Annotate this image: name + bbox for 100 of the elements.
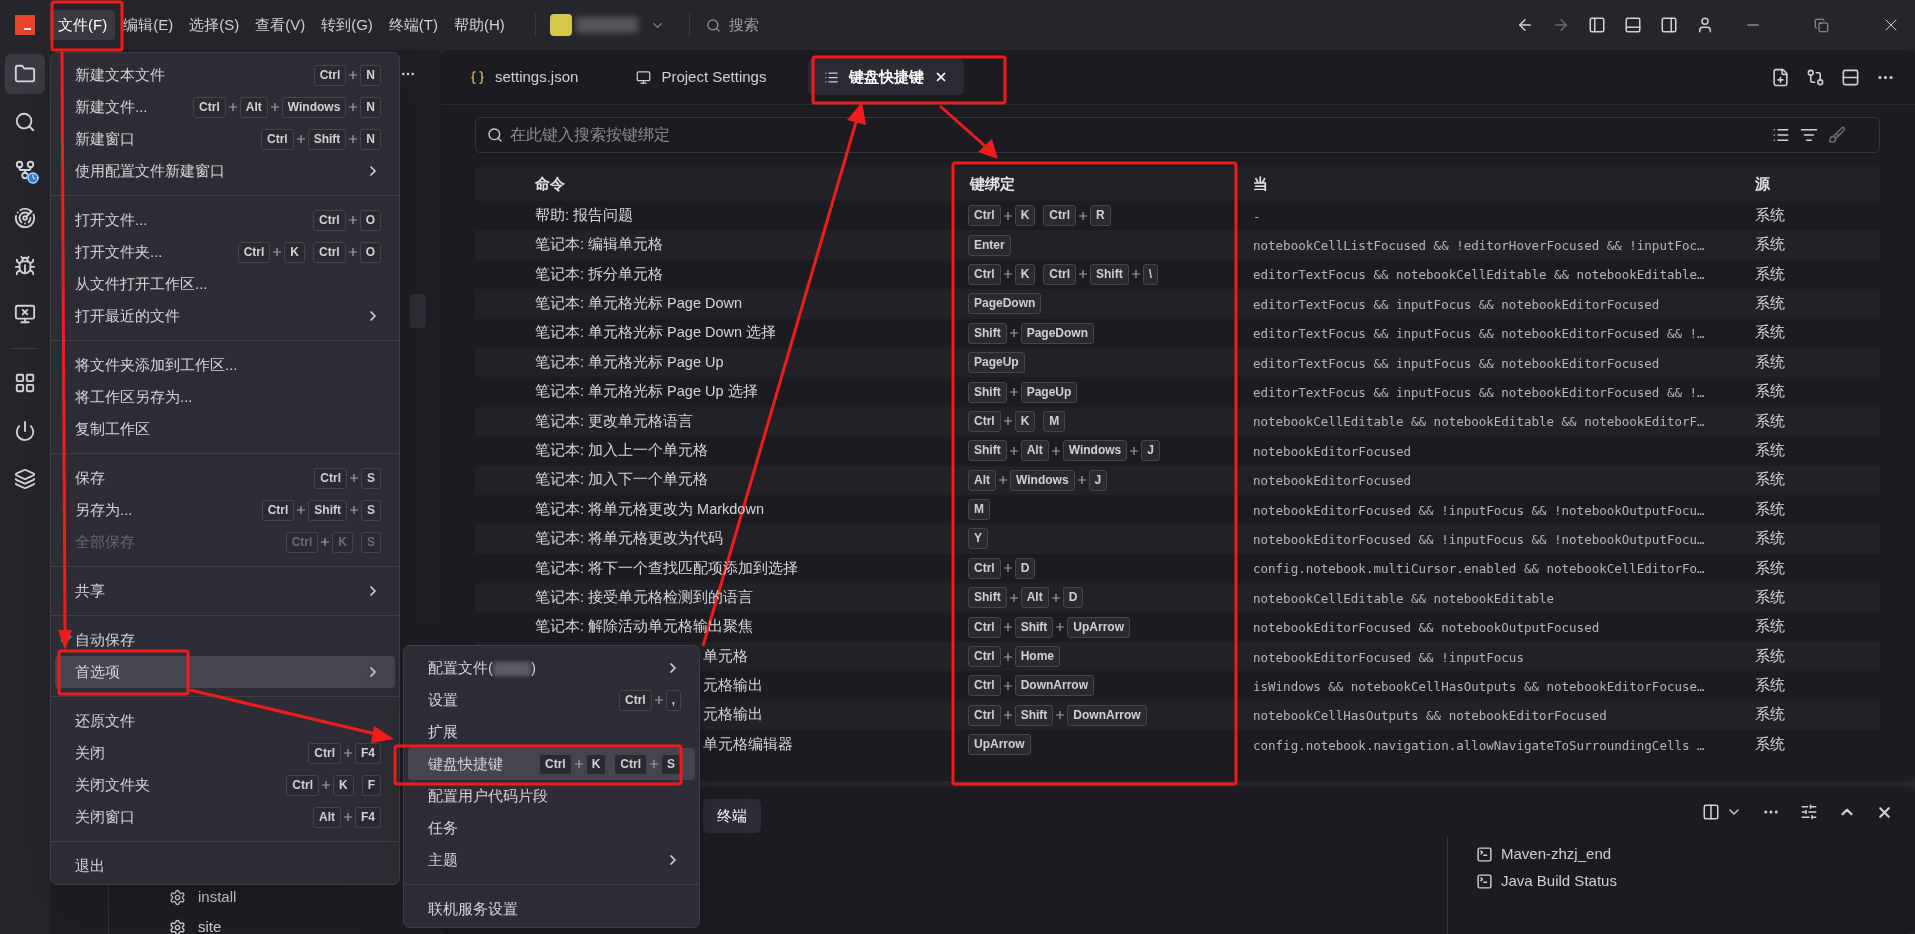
secondary-sidebar-icon[interactable]	[1660, 16, 1678, 34]
terminal-item[interactable]: Maven-zhzj_end	[1476, 841, 1915, 868]
keycap: DownArrow	[1014, 675, 1094, 697]
menu-item[interactable]: 使用配置文件新建窗口	[55, 155, 395, 187]
keycap: DownArrow	[1067, 704, 1147, 726]
menu-item[interactable]: 联机服务设置	[408, 893, 695, 925]
keycap: Ctrl	[261, 128, 294, 150]
menu-item[interactable]: 关闭文件夹 Ctrl K F	[55, 769, 395, 801]
radar-icon	[14, 207, 36, 229]
keycap: F4	[355, 806, 381, 828]
keycap: ,	[665, 689, 681, 711]
keycap: S	[361, 531, 381, 553]
account-icon[interactable]	[1696, 16, 1714, 34]
source-cell-text: 系统	[1755, 470, 1785, 490]
menu-item[interactable]: 主题	[408, 844, 695, 876]
menubar-item[interactable]: 终端(T)	[380, 10, 446, 40]
menu-item[interactable]: 配置用户代码片段	[408, 780, 695, 812]
menu-item[interactable]: 还原文件	[55, 705, 395, 737]
search-field[interactable]: 搜索	[728, 13, 879, 37]
menu-item[interactable]: 首选项	[55, 656, 395, 688]
sliders-icon[interactable]	[1800, 803, 1818, 821]
forward-arrow-icon[interactable]	[1552, 16, 1570, 34]
keycap: Windows	[1010, 469, 1075, 491]
keycap: Ctrl	[968, 646, 1001, 668]
source-cell-text: 系统	[1755, 411, 1785, 431]
menu-item[interactable]: 配置文件( )	[408, 652, 695, 684]
keycap: S	[361, 499, 381, 521]
menu-item[interactable]: 任务	[408, 812, 695, 844]
terminal-icon	[1476, 846, 1493, 863]
annotation-arrow	[939, 104, 998, 159]
keycap: K	[333, 774, 354, 796]
when-cell: notebookCellEditable && notebookEditable && notebookEditorF…	[1253, 414, 1705, 430]
menu-item[interactable]: 新建文件... Ctrl Alt Windows N	[55, 91, 395, 123]
power-icon	[14, 420, 36, 442]
sort-icon[interactable]	[1800, 126, 1818, 144]
folder-icon	[14, 63, 36, 85]
remote-monitor-icon	[14, 303, 36, 325]
menu-item[interactable]: 复制工作区	[55, 413, 395, 445]
editor-tab[interactable]: 键盘快捷键	[808, 59, 965, 95]
menu-item[interactable]: 键盘快捷键 Ctrl K Ctrl S	[408, 748, 695, 780]
menu-item[interactable]: 共享	[55, 575, 395, 607]
menu-item[interactable]: 设置 Ctrl ,	[408, 684, 695, 716]
activity-item[interactable]	[5, 54, 45, 94]
sidebar-toggle-icon[interactable]	[1588, 16, 1606, 34]
command-cell-text: 笔记本: 单元格光标 Page Down 选择	[535, 323, 778, 343]
panel-tab[interactable]: 终端	[703, 799, 761, 833]
menubar-item[interactable]: 转到(G)	[313, 10, 381, 40]
menubar-item[interactable]: 文件(F)	[50, 10, 116, 40]
plus-icon	[273, 248, 282, 256]
menubar-item[interactable]: 选择(S)	[181, 10, 248, 40]
column-header: 命令	[534, 173, 566, 194]
menu-item[interactable]: 新建窗口 Ctrl Shift N	[55, 123, 395, 155]
terminal-item[interactable]: Java Build Status	[1476, 868, 1915, 895]
menu-item[interactable]: 新建文本文件 Ctrl N	[55, 59, 395, 91]
split-terminal-icon[interactable]	[1702, 803, 1720, 821]
tree-item[interactable]: site	[169, 912, 226, 934]
keyboard-view-icon[interactable]	[1772, 126, 1790, 144]
plus-icon	[349, 135, 358, 143]
menu-item[interactable]: 扩展	[408, 716, 695, 748]
source-cell-text: 系统	[1755, 440, 1785, 460]
menu-item[interactable]: 退出	[55, 850, 395, 882]
source-cell-text: 系统	[1755, 382, 1785, 402]
restore-icon[interactable]	[1814, 17, 1829, 33]
command-cell-text: 笔记本: 解除活动单元格输出聚焦	[535, 617, 755, 637]
command-cell-text: 单元格	[703, 646, 749, 666]
editor-tab[interactable]: Project Settings	[620, 59, 783, 95]
plus-icon	[1003, 417, 1012, 426]
menu-item[interactable]: 将文件夹添加到工作区...	[55, 349, 395, 381]
keycap: UpArrow	[968, 734, 1031, 756]
keycap: M	[968, 499, 990, 521]
menu-item[interactable]: 另存为... Ctrl Shift S	[55, 494, 395, 526]
command-cell-text: 元格输出	[703, 676, 764, 696]
keycap: PageDown	[968, 293, 1042, 315]
command-cell-text: 单元格编辑器	[703, 734, 794, 754]
clear-icon[interactable]	[1828, 126, 1846, 144]
menu-item[interactable]: 关闭窗口 Alt F4	[55, 801, 395, 833]
menu-item[interactable]: 保存 Ctrl S	[55, 462, 395, 494]
branch-compare-icon[interactable]	[1806, 67, 1825, 87]
search-field[interactable]: 在此键入搜索按键绑定	[475, 117, 1880, 153]
command-cell-text: 元格输出	[703, 705, 764, 725]
project-icon	[549, 14, 572, 36]
tree-item[interactable]: install	[169, 882, 241, 912]
panel-toggle-icon[interactable]	[1624, 16, 1642, 34]
menubar-item[interactable]: 查看(V)	[247, 10, 314, 40]
keycap: Ctrl	[313, 209, 346, 231]
menu-item[interactable]: 将工作区另存为...	[55, 381, 395, 413]
split-editor-icon[interactable]	[1841, 67, 1860, 87]
source-cell-text: 系统	[1755, 499, 1785, 519]
menu-item[interactable]: 打开最近的文件	[55, 300, 395, 332]
plus-icon	[350, 506, 358, 514]
menubar-item[interactable]: 帮助(H)	[446, 10, 513, 40]
menu-item[interactable]: 从文件打开工作区...	[55, 268, 395, 300]
menu-item[interactable]: 关闭 Ctrl F4	[55, 737, 395, 769]
keycap: Shift	[308, 499, 347, 521]
menu-item[interactable]: 打开文件夹... Ctrl K Ctrl O	[55, 236, 395, 268]
column-header: 键绑定	[968, 173, 1016, 194]
editor-tab[interactable]: settings.json	[454, 59, 595, 95]
menu-item[interactable]: 打开文件... Ctrl O	[55, 204, 395, 236]
keycap: Enter	[968, 234, 1011, 256]
source-cell-text: 系统	[1755, 734, 1785, 754]
